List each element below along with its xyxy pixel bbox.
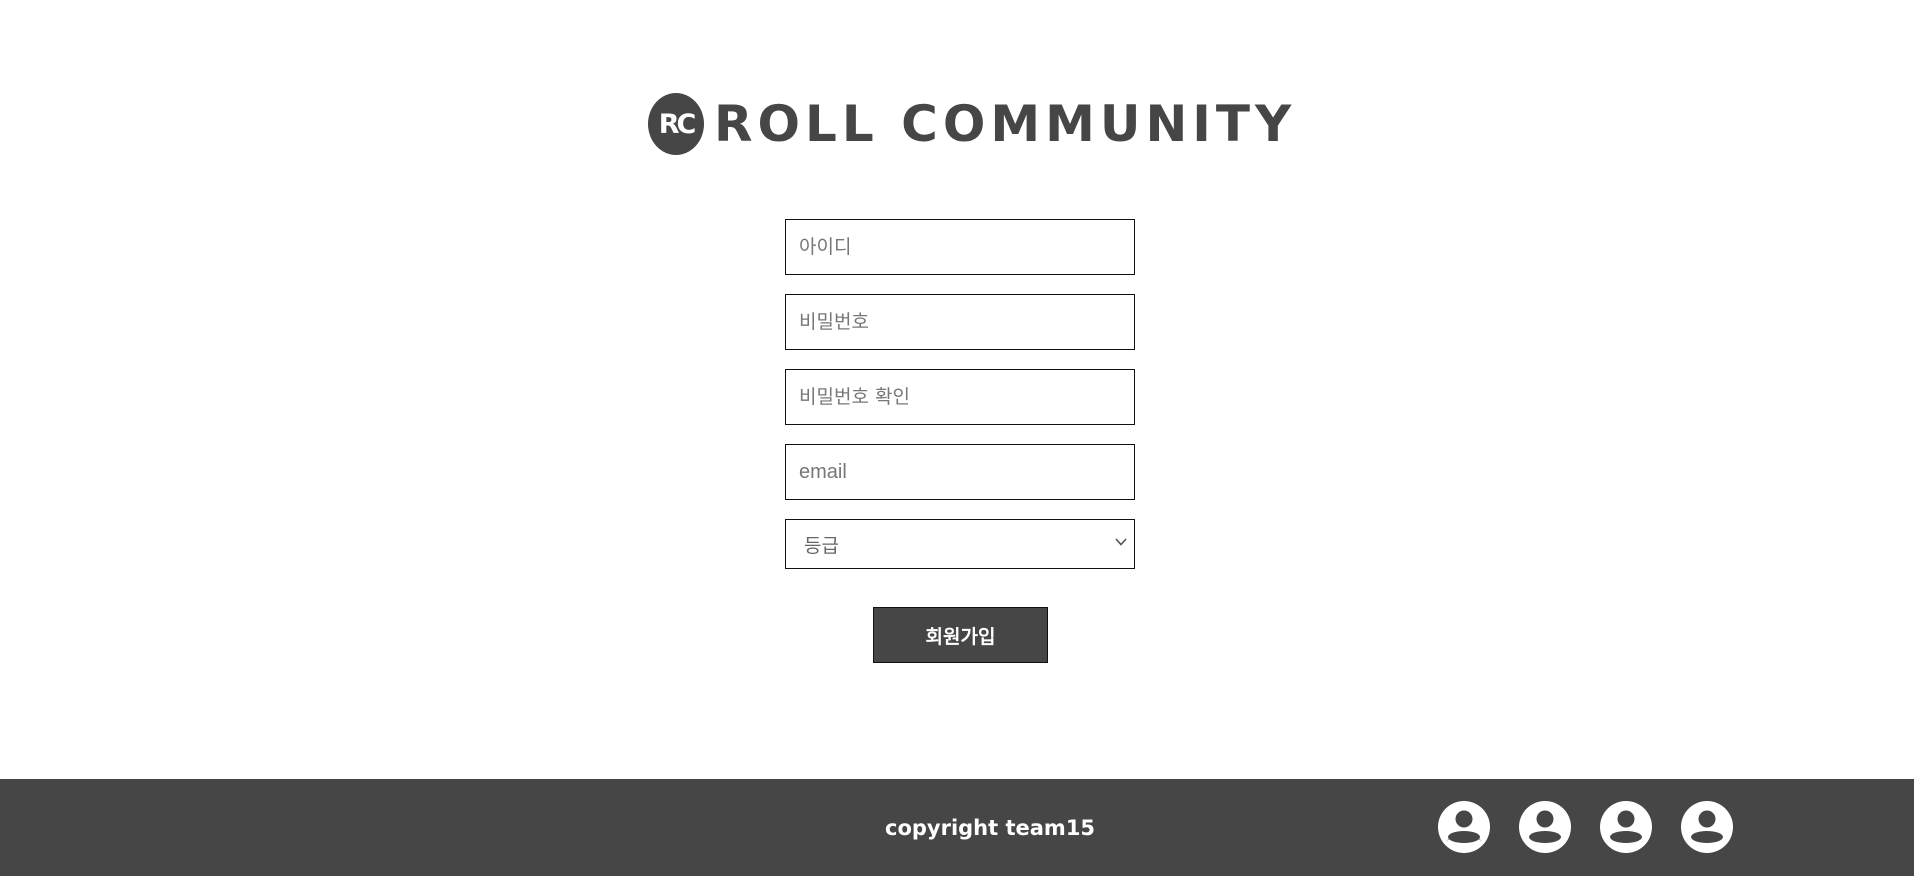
grade-select[interactable]: 등급 [785,519,1135,569]
logo-text: ROLL COMMUNITY [714,95,1297,153]
logo-badge: RC [648,93,704,155]
id-input[interactable] [785,219,1135,275]
user-icon[interactable] [1600,801,1652,853]
copyright-text: copyright team15 [885,816,1096,840]
chevron-down-icon [1115,538,1127,546]
site-logo[interactable]: RC ROLL COMMUNITY [648,92,1296,156]
password-input[interactable] [785,294,1135,350]
grade-select-value: 등급 [804,535,839,557]
user-icon[interactable] [1519,801,1571,853]
user-icon[interactable] [1681,801,1733,853]
user-icon[interactable] [1438,801,1490,853]
signup-form: 등급 [785,219,1135,569]
password-confirm-input[interactable] [785,369,1135,425]
signup-button[interactable]: 회원가입 [873,607,1048,663]
member-list [1438,801,1733,853]
signup-page: RC ROLL COMMUNITY 등급 회원가입 copyright team… [0,0,1914,876]
email-input[interactable] [785,444,1135,500]
footer: copyright team15 [0,779,1914,876]
